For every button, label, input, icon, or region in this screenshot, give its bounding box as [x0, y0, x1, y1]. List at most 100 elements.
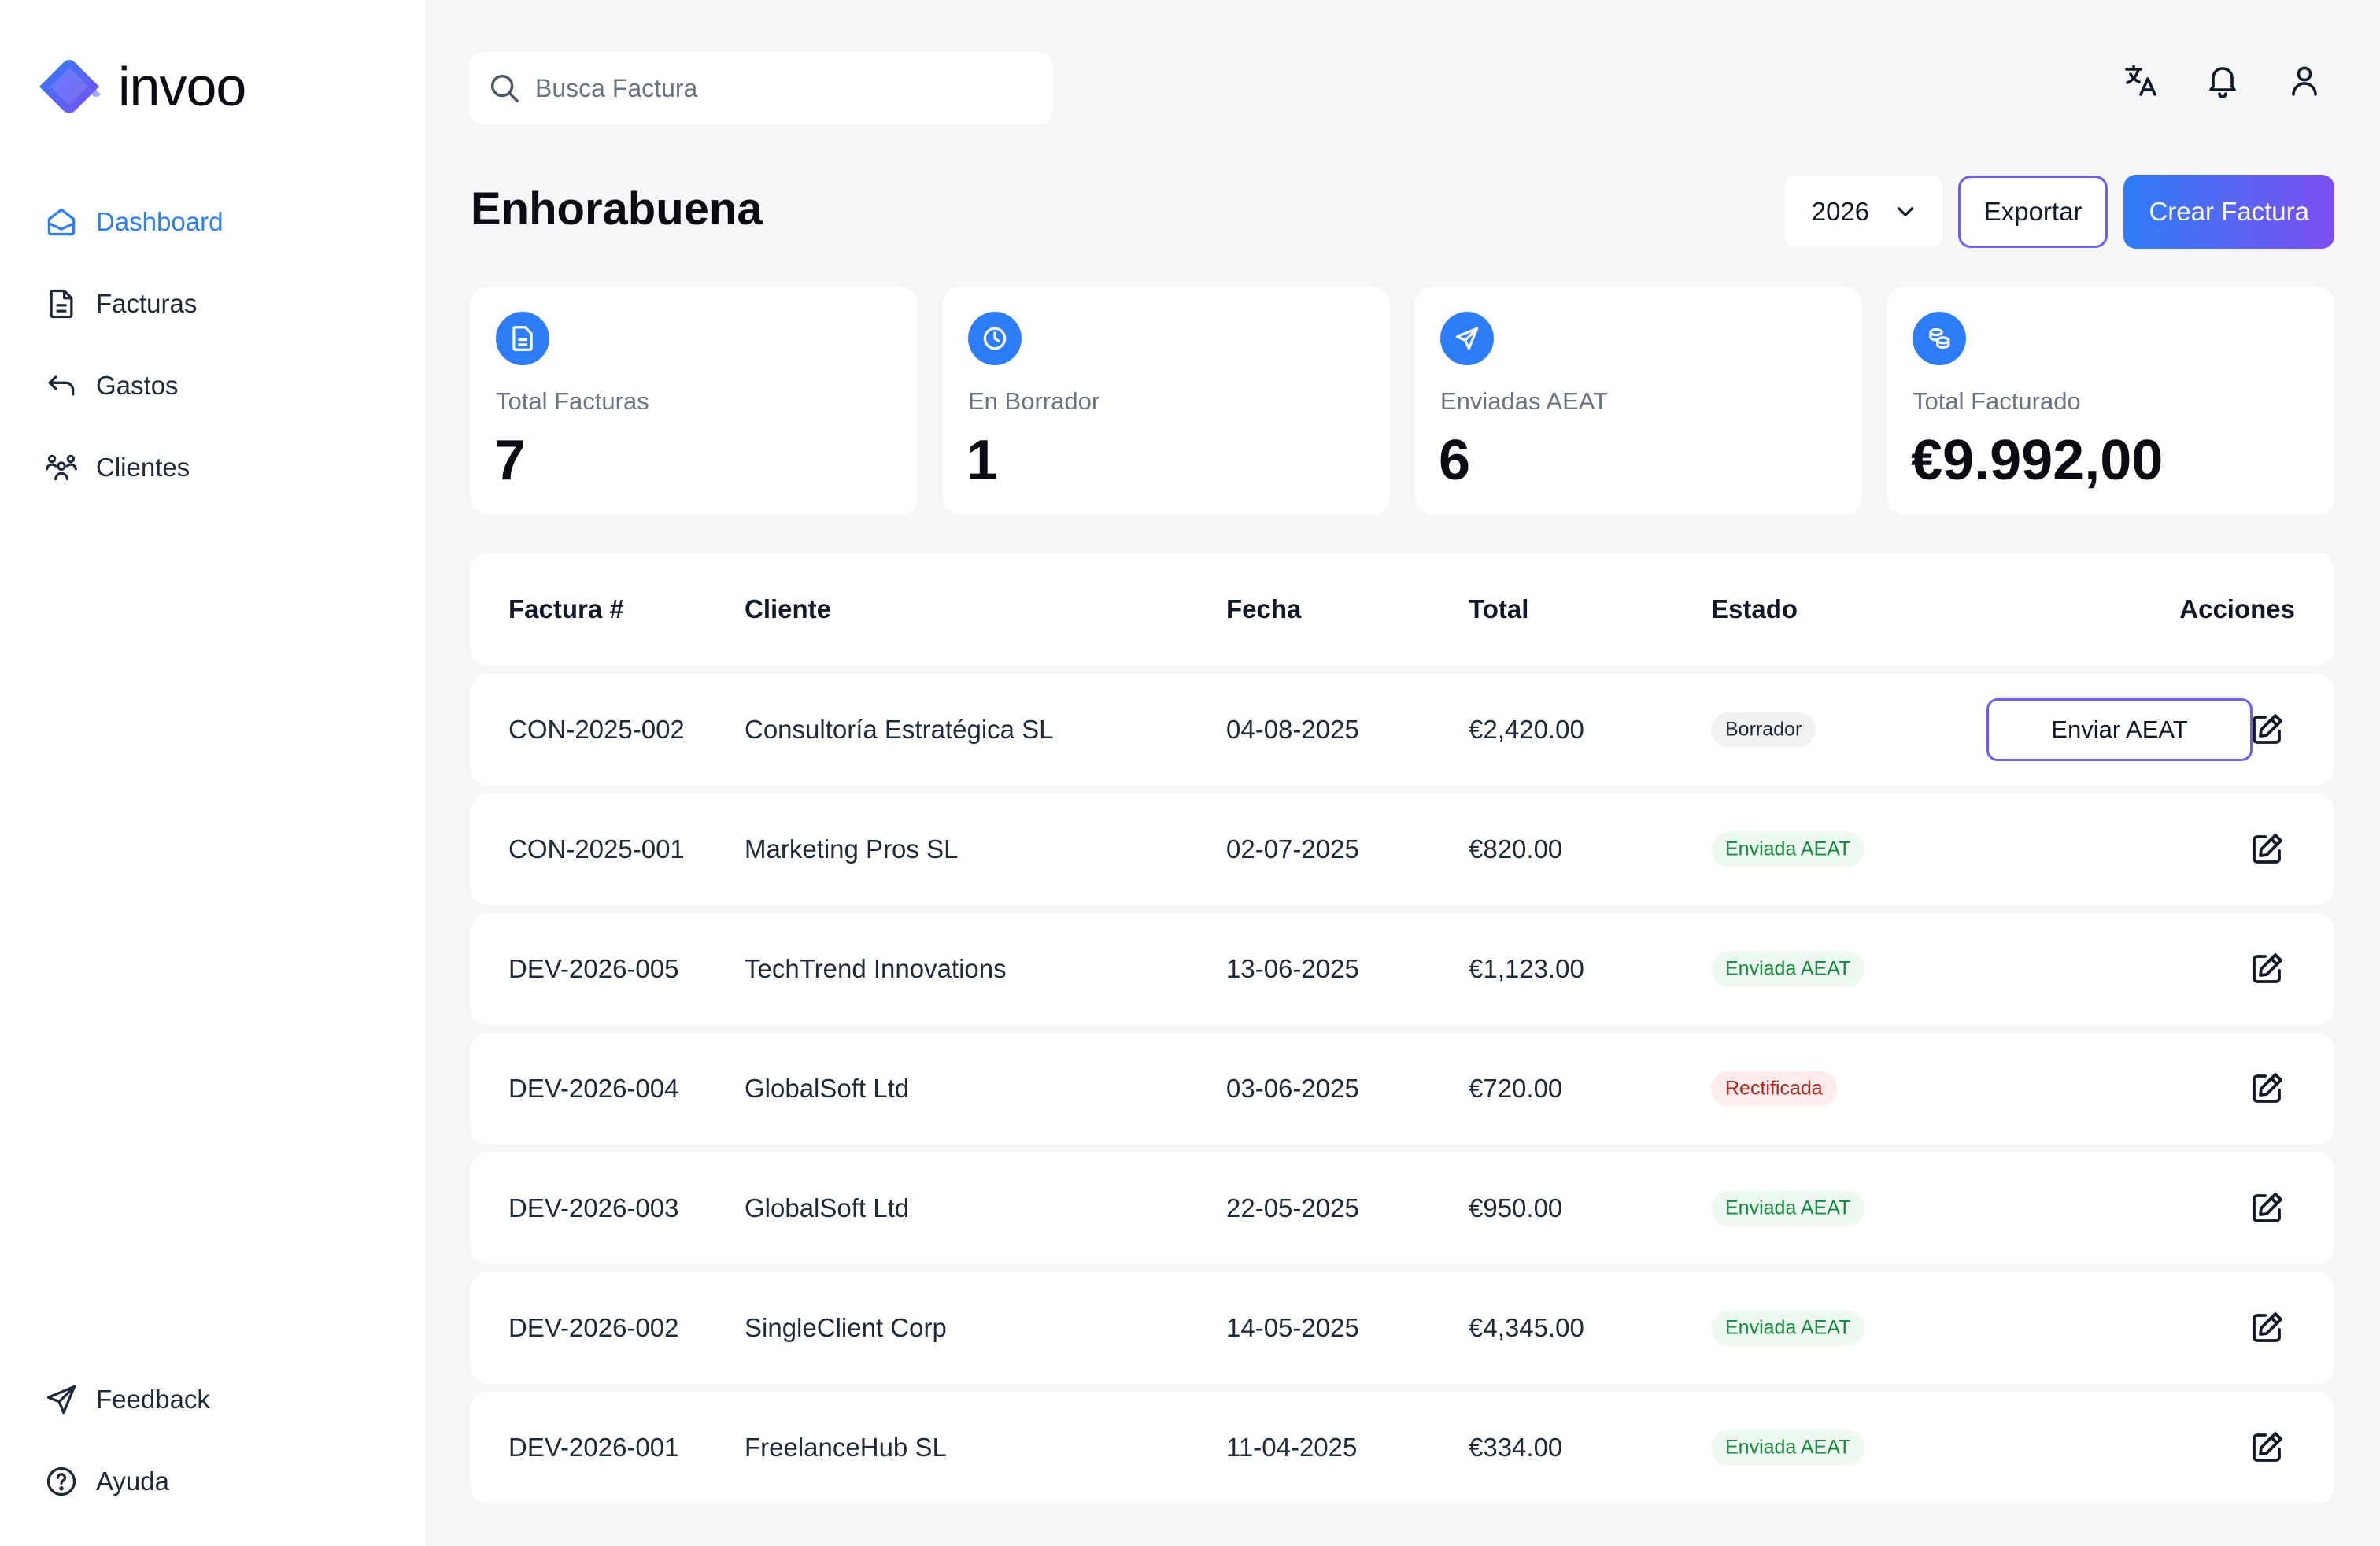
- export-button[interactable]: Exportar: [1957, 176, 2108, 248]
- invoices-table: Factura # Cliente Fecha Total Estado Acc…: [471, 553, 2334, 1511]
- invoice-number: DEV-2026-001: [508, 1433, 679, 1462]
- logo-icon: [36, 55, 104, 118]
- status-badge: Enviada AEAT: [1711, 831, 1865, 867]
- clock-icon: [983, 327, 1007, 350]
- bell-icon[interactable]: [2204, 61, 2241, 99]
- sidebar-item-gastos[interactable]: Gastos: [44, 345, 390, 427]
- search-input[interactable]: [535, 73, 1023, 103]
- status-badge: Enviada AEAT: [1711, 1429, 1865, 1466]
- edit-icon[interactable]: [2248, 950, 2286, 988]
- invoice-date: 13-06-2025: [1226, 954, 1359, 983]
- sidebar-item-dashboard[interactable]: Dashboard: [44, 181, 390, 263]
- invoice-date: 22-05-2025: [1226, 1193, 1359, 1222]
- status-badge: Borrador: [1711, 712, 1816, 748]
- client-name: GlobalSoft Ltd: [745, 1193, 910, 1222]
- home-icon: [47, 208, 76, 236]
- return-arrow-icon: [48, 375, 75, 396]
- send-icon: [1455, 327, 1479, 350]
- user-icon[interactable]: [2286, 61, 2323, 99]
- sidebar-item-label: Gastos: [96, 371, 179, 400]
- edit-icon[interactable]: [2248, 1070, 2286, 1108]
- stat-icon-wrapper: [1913, 312, 1966, 365]
- invoice-total: €334.00: [1469, 1433, 1563, 1462]
- column-header[interactable]: Fecha: [1226, 594, 1301, 624]
- invoice-date: 03-06-2025: [1226, 1074, 1359, 1103]
- stat-card-en-borrador: En Borrador 1: [943, 287, 1390, 515]
- invoice-date: 02-07-2025: [1226, 834, 1359, 864]
- stat-icon-wrapper: [968, 312, 1022, 365]
- stat-value: 1: [966, 429, 999, 492]
- client-name: Marketing Pros SL: [745, 834, 959, 864]
- chevron-down-icon: [1897, 207, 1913, 216]
- invoice-total: €4,345.00: [1469, 1313, 1584, 1342]
- users-icon: [46, 454, 77, 481]
- column-header[interactable]: Total: [1469, 594, 1528, 624]
- page-title: Enhorabuena: [471, 183, 763, 235]
- stats-row: Total Facturas 7 En Borrador 1 Enviadas …: [471, 287, 2334, 515]
- column-header[interactable]: Factura #: [508, 594, 624, 624]
- sidebar-item-ayuda[interactable]: Ayuda: [44, 1441, 390, 1522]
- edit-icon[interactable]: [2248, 711, 2286, 749]
- stat-value: 6: [1439, 429, 1471, 492]
- client-name: TechTrend Innovations: [745, 954, 1007, 983]
- header-actions: 2026 Exportar Crear Factura: [1784, 175, 2334, 249]
- client-name: SingleClient Corp: [745, 1313, 947, 1342]
- year-select[interactable]: 2026: [1784, 176, 1942, 248]
- table-row[interactable]: CON-2025-001 Marketing Pros SL 02-07-202…: [471, 793, 2334, 905]
- status-badge: Enviada AEAT: [1711, 1190, 1865, 1226]
- search-bar[interactable]: [469, 52, 1053, 124]
- logo[interactable]: invoo: [36, 55, 246, 118]
- invoice-total: €1,123.00: [1469, 954, 1584, 983]
- stat-icon-wrapper: [1440, 312, 1494, 365]
- edit-icon[interactable]: [2248, 1189, 2286, 1227]
- invoice-date: 14-05-2025: [1226, 1313, 1359, 1342]
- stat-card-enviadas-aeat: Enviadas AEAT 6: [1415, 287, 1862, 515]
- document-icon: [50, 289, 73, 319]
- table-row[interactable]: DEV-2026-002 SingleClient Corp 14-05-202…: [471, 1272, 2334, 1384]
- send-aeat-button[interactable]: Enviar AEAT: [1986, 698, 2252, 761]
- stat-label: Total Facturas: [496, 387, 649, 415]
- column-header[interactable]: Estado: [1711, 594, 1798, 624]
- sidebar-item-label: Feedback: [96, 1385, 210, 1414]
- sidebar-item-label: Ayuda: [96, 1466, 169, 1496]
- translate-icon[interactable]: [2122, 61, 2160, 99]
- sidebar-bottom-nav: Feedback Ayuda: [44, 1359, 390, 1522]
- invoice-date: 11-04-2025: [1226, 1433, 1358, 1462]
- column-header: Acciones: [2179, 594, 2295, 623]
- table-row[interactable]: DEV-2026-004 GlobalSoft Ltd 03-06-2025 €…: [471, 1033, 2334, 1145]
- edit-icon[interactable]: [2248, 1429, 2286, 1466]
- edit-icon[interactable]: [2248, 1309, 2286, 1347]
- table-row[interactable]: DEV-2026-005 TechTrend Innovations 13-06…: [471, 913, 2334, 1025]
- status-badge: Rectificada: [1711, 1071, 1837, 1107]
- create-invoice-button[interactable]: Crear Factura: [2123, 175, 2334, 249]
- help-icon: [46, 1466, 76, 1496]
- client-name: GlobalSoft Ltd: [745, 1074, 910, 1103]
- stat-value: 7: [494, 429, 527, 492]
- stat-label: Total Facturado: [1913, 387, 2081, 415]
- client-name: Consultoría Estratégica SL: [745, 715, 1054, 744]
- table-row[interactable]: DEV-2026-003 GlobalSoft Ltd 22-05-2025 €…: [471, 1152, 2334, 1264]
- stat-icon-wrapper: [496, 312, 549, 365]
- main-content: Enhorabuena 2026 Exportar Crear Factura …: [425, 0, 2380, 1546]
- sidebar-item-feedback[interactable]: Feedback: [44, 1359, 390, 1441]
- topbar-actions: [2122, 61, 2323, 99]
- invoice-number: DEV-2026-003: [508, 1193, 679, 1222]
- table-header: Factura # Cliente Fecha Total Estado Acc…: [471, 553, 2334, 666]
- sidebar-item-facturas[interactable]: Facturas: [44, 263, 390, 345]
- table-row[interactable]: DEV-2026-001 FreelanceHub SL 11-04-2025 …: [471, 1392, 2334, 1503]
- column-header[interactable]: Cliente: [745, 594, 831, 624]
- sidebar-item-label: Clientes: [96, 453, 190, 482]
- invoice-total: €950.00: [1469, 1193, 1563, 1222]
- stat-card-total-facturas: Total Facturas 7: [471, 287, 918, 515]
- client-name: FreelanceHub SL: [745, 1433, 947, 1462]
- invoice-total: €720.00: [1469, 1074, 1563, 1103]
- sidebar: invoo Dashboard Facturas Gastos Clientes…: [0, 0, 425, 1546]
- sidebar-item-clientes[interactable]: Clientes: [44, 427, 390, 509]
- edit-icon[interactable]: [2248, 830, 2286, 868]
- table-row[interactable]: CON-2025-002 Consultoría Estratégica SL …: [471, 674, 2334, 786]
- invoice-date: 04-08-2025: [1226, 715, 1359, 744]
- stat-card-total-facturado: Total Facturado €9.992,00: [1887, 287, 2334, 515]
- status-badge: Enviada AEAT: [1711, 1310, 1865, 1346]
- sidebar-nav: Dashboard Facturas Gastos Clientes: [44, 181, 390, 509]
- sidebar-item-label: Dashboard: [96, 207, 224, 236]
